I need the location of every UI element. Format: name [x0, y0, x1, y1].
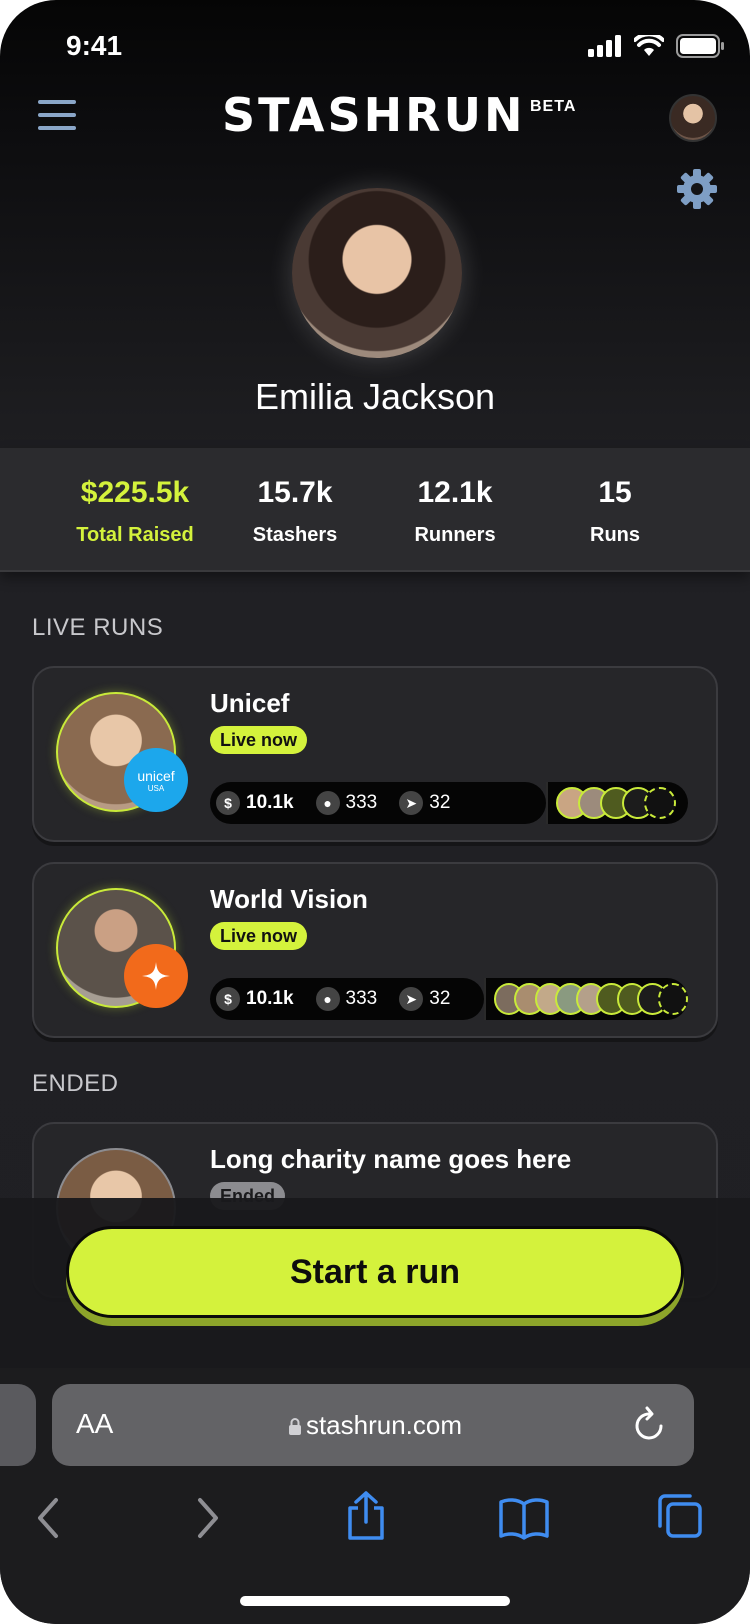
- runners-value: 32: [429, 988, 451, 1009]
- bookmarks-icon[interactable]: [498, 1496, 550, 1540]
- run-card-world-vision[interactable]: World Vision Live now $ 10.1k ● 333 ➤ 32: [32, 862, 718, 1038]
- stashers-stat: ● 333: [315, 987, 378, 1011]
- run-card-unicef[interactable]: unicef USA Unicef Live now $ 10.1k ● 333…: [32, 666, 718, 842]
- dollar-icon: $: [216, 987, 240, 1011]
- raised-value: 10.1k: [246, 792, 294, 813]
- status-time: 9:41: [66, 30, 123, 61]
- back-icon[interactable]: [34, 1496, 62, 1540]
- start-run-button[interactable]: Start a run: [66, 1226, 684, 1318]
- dollar-icon: $: [216, 791, 240, 815]
- stashers-stat: ● 333: [315, 791, 378, 815]
- runner-avatar-empty: [644, 787, 676, 819]
- stashers-value: 333: [345, 792, 378, 813]
- runner-avatar-stack: [484, 978, 688, 1020]
- stat-runs: 15 Runs: [525, 476, 705, 547]
- runner-icon: ➤: [399, 791, 424, 815]
- world-vision-badge: [124, 944, 188, 1008]
- raised-stat: $ 10.1k: [216, 987, 294, 1011]
- run-name: Unicef: [210, 688, 290, 718]
- runners-value: 32: [429, 792, 451, 813]
- run-name: Long charity name goes here: [210, 1144, 572, 1174]
- gear-icon[interactable]: [676, 168, 718, 210]
- stat-label: Runs: [590, 524, 640, 546]
- app-screen: 9:41 STASHRUN BETA Emilia Jackson $225.5…: [0, 0, 750, 1624]
- ended-heading: ENDED: [32, 1070, 119, 1097]
- signal-icon: [588, 35, 621, 57]
- people-icon: ●: [315, 791, 340, 815]
- stat-value: 12.1k: [417, 476, 493, 509]
- lock-icon: [288, 1418, 301, 1435]
- stat-stashers: 15.7k Stashers: [205, 476, 385, 547]
- runner-avatar-empty: [657, 983, 688, 1015]
- stat-label: Runners: [414, 524, 496, 546]
- stat-value: 15.7k: [257, 476, 333, 509]
- tabs-icon[interactable]: [656, 1492, 704, 1540]
- live-runs-heading: LIVE RUNS: [32, 614, 164, 641]
- wifi-icon: [634, 35, 664, 56]
- star-icon: [142, 962, 170, 990]
- stat-label: Total Raised: [76, 524, 194, 546]
- forward-icon[interactable]: [194, 1496, 222, 1540]
- reload-icon[interactable]: [633, 1404, 667, 1444]
- profile-photo: [292, 188, 462, 358]
- raised-stat: $ 10.1k: [216, 791, 294, 815]
- status-icons: [588, 34, 724, 58]
- battery-icon: [676, 34, 724, 58]
- beta-badge: BETA: [530, 98, 577, 115]
- run-stats-bar: $ 10.1k ● 333 ➤ 32: [210, 978, 484, 1020]
- url-text: stashrun.com: [305, 1410, 463, 1440]
- unicef-badge-sub: USA: [147, 783, 165, 793]
- runners-stat: ➤ 32: [399, 791, 450, 815]
- live-status-badge: Live now: [210, 726, 308, 754]
- run-name: World Vision: [210, 884, 368, 914]
- share-icon[interactable]: [344, 1490, 388, 1542]
- runner-avatar-stack: [546, 782, 688, 824]
- runner-icon: ➤: [399, 987, 424, 1011]
- people-icon: ●: [315, 987, 340, 1011]
- stat-value: 15: [598, 476, 632, 509]
- stat-runners: 12.1k Runners: [365, 476, 545, 547]
- header-avatar[interactable]: [669, 94, 717, 142]
- unicef-badge: unicef USA: [124, 748, 188, 812]
- hamburger-menu-icon[interactable]: [38, 100, 76, 132]
- run-stats-bar: $ 10.1k ● 333 ➤ 32: [210, 782, 546, 824]
- app-logo: STASHRUN: [222, 88, 526, 142]
- stat-value: $225.5k: [80, 476, 190, 509]
- stat-total-raised: $225.5k Total Raised: [45, 476, 225, 547]
- profile-name: Emilia Jackson: [254, 376, 496, 417]
- live-status-badge: Live now: [210, 922, 308, 950]
- home-indicator[interactable]: [240, 1596, 510, 1606]
- unicef-badge-text: unicef: [137, 767, 175, 784]
- raised-value: 10.1k: [246, 988, 294, 1009]
- stat-label: Stashers: [252, 524, 338, 546]
- stashers-value: 333: [345, 988, 378, 1009]
- runners-stat: ➤ 32: [399, 987, 450, 1011]
